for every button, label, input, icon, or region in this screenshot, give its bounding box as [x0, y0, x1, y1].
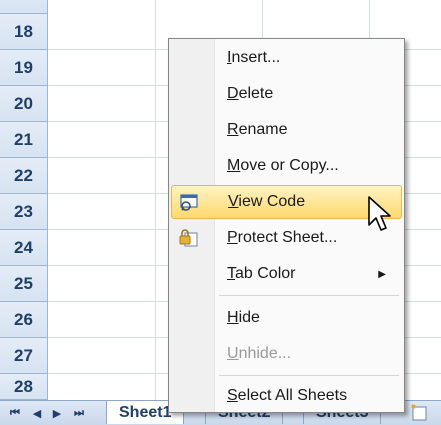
menu-item-label: Delete [227, 85, 274, 102]
menu-item-label: Hide [227, 309, 260, 326]
row-header[interactable]: 26 [0, 302, 48, 338]
row-header[interactable]: 28 [0, 374, 48, 400]
menu-item-delete[interactable]: Delete [171, 77, 402, 111]
next-sheet-button[interactable]: ▶ [48, 404, 66, 422]
view-code-icon [180, 194, 198, 211]
menu-separator [219, 375, 399, 376]
menu-item-insert[interactable]: Insert... [171, 41, 402, 75]
row-header[interactable]: 20 [0, 86, 48, 122]
protect-sheet-icon [179, 229, 198, 247]
mouse-pointer-icon [368, 196, 391, 231]
first-sheet-button[interactable]: ⏮ [6, 404, 24, 422]
menu-item-label: Insert... [227, 49, 281, 66]
menu-item-label: Protect Sheet... [227, 229, 338, 246]
last-sheet-button[interactable]: ⏭ [70, 404, 88, 422]
menu-item-move-or-copy[interactable]: Move or Copy... [171, 149, 402, 183]
row-header[interactable]: 25 [0, 266, 48, 302]
row-header[interactable]: 19 [0, 50, 48, 86]
previous-sheet-icon: ◀ [32, 407, 42, 420]
menu-item-label: Move or Copy... [227, 157, 339, 174]
next-sheet-icon: ▶ [52, 407, 62, 420]
row-header[interactable]: 21 [0, 122, 48, 158]
previous-sheet-button[interactable]: ◀ [28, 404, 46, 422]
insert-worksheet-button[interactable] [408, 403, 430, 423]
menu-item-label: Rename [227, 121, 288, 138]
menu-item-rename[interactable]: Rename [171, 113, 402, 147]
submenu-arrow-icon: ▶ [378, 268, 386, 280]
row-header[interactable]: 24 [0, 230, 48, 266]
row-header[interactable]: 23 [0, 194, 48, 230]
menu-item-hide[interactable]: Hide [171, 301, 402, 335]
menu-item-label: View Code [228, 193, 306, 210]
insert-worksheet-icon [411, 404, 427, 421]
first-sheet-icon: ⏮ [10, 406, 20, 419]
menu-item-unhide: Unhide... [171, 337, 402, 371]
menu-item-label: Unhide... [227, 345, 292, 362]
column-gridline [155, 0, 156, 400]
row-header[interactable]: 22 [0, 158, 48, 194]
last-sheet-icon: ⏭ [74, 406, 84, 419]
menu-separator [219, 295, 399, 296]
menu-item-label: Tab Color [227, 265, 296, 282]
menu-item-label: Select All Sheets [227, 387, 348, 404]
row-header[interactable]: 18 [0, 14, 48, 50]
row-header[interactable]: 27 [0, 338, 48, 374]
row-header[interactable] [0, 0, 48, 14]
menu-item-tab-color[interactable]: Tab Color ▶ [171, 257, 402, 291]
menu-item-select-all-sheets[interactable]: Select All Sheets [171, 379, 402, 413]
